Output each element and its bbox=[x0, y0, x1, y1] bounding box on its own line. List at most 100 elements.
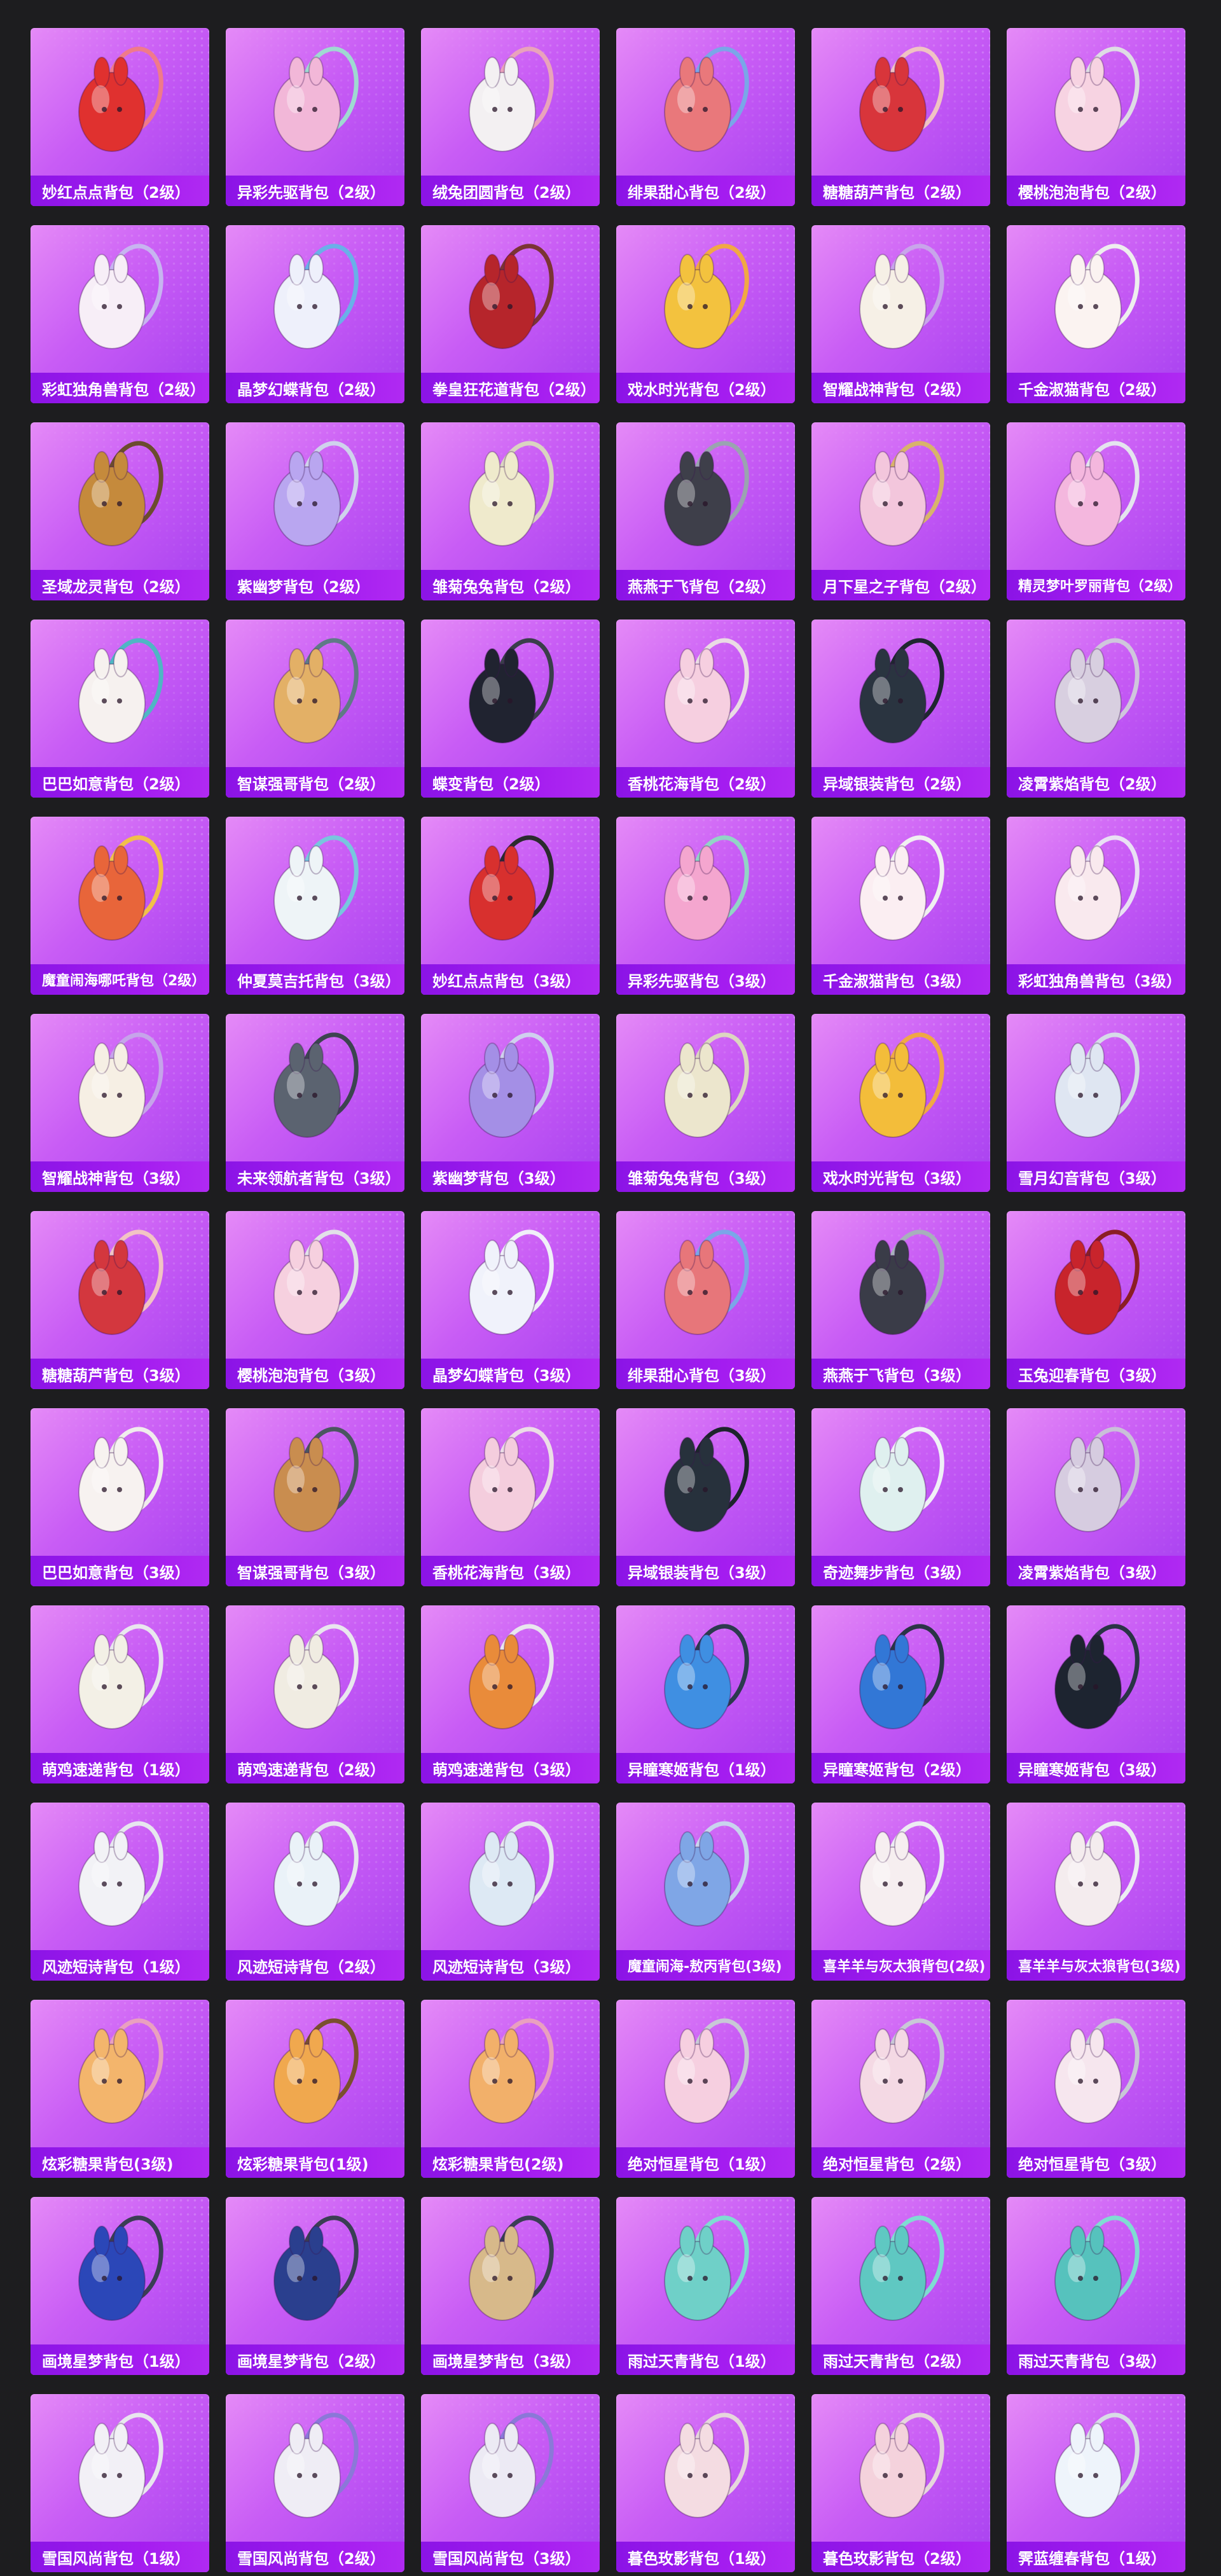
backpack-card[interactable]: 炫彩糖果背包(1级) bbox=[226, 2000, 404, 2178]
backpack-card[interactable]: 拳皇狂花道背包（2级） bbox=[421, 225, 600, 403]
backpack-name: 绯果甜心背包（2级） bbox=[628, 183, 776, 202]
backpack-card[interactable]: 绝对恒星背包（2级） bbox=[811, 2000, 990, 2178]
backpack-image bbox=[859, 1229, 944, 1335]
backpack-name: 樱桃泡泡背包（3级） bbox=[237, 1366, 385, 1385]
backpack-card[interactable]: 雏菊兔兔背包（3级） bbox=[616, 1014, 795, 1192]
backpack-card[interactable]: 炫彩糖果背包(2级) bbox=[421, 2000, 600, 2178]
backpack-card[interactable]: 暮色玫影背包（2级） bbox=[811, 2394, 990, 2572]
backpack-card[interactable]: 月下星之子背包（2级） bbox=[811, 422, 990, 600]
backpack-card[interactable]: 圣域龙灵背包（2级） bbox=[31, 422, 209, 600]
backpack-card[interactable]: 彩虹独角兽背包（2级） bbox=[31, 225, 209, 403]
label-bar: 画境星梦背包（3级） bbox=[421, 2344, 600, 2375]
backpack-card[interactable]: 绯果甜心背包（3级） bbox=[616, 1211, 795, 1389]
backpack-image bbox=[469, 2018, 554, 2124]
backpack-card[interactable]: 香桃花海背包（3级） bbox=[421, 1408, 600, 1586]
backpack-name: 绝对恒星背包（2级） bbox=[823, 2155, 971, 2173]
backpack-card[interactable]: 异瞳寒姬背包（2级） bbox=[811, 1605, 990, 1783]
backpack-card[interactable]: 雪国风尚背包（2级） bbox=[226, 2394, 404, 2572]
backpack-card[interactable]: 雪月幻音背包（3级） bbox=[1007, 1014, 1185, 1192]
backpack-card[interactable]: 雏菊兔兔背包（2级） bbox=[421, 422, 600, 600]
backpack-card[interactable]: 萌鸡速递背包（3级） bbox=[421, 1605, 600, 1783]
backpack-name: 雪国风尚背包（2级） bbox=[237, 2549, 385, 2568]
backpack-card[interactable]: 妙红点点背包（3级） bbox=[421, 817, 600, 995]
backpack-card[interactable]: 雪国风尚背包（3级） bbox=[421, 2394, 600, 2572]
backpack-card[interactable]: 妙红点点背包（2级） bbox=[31, 28, 209, 206]
backpack-card[interactable]: 戏水时光背包（3级） bbox=[811, 1014, 990, 1192]
backpack-card[interactable]: 凌霄紫焰背包（3级） bbox=[1007, 1408, 1185, 1586]
backpack-card[interactable]: 异瞳寒姬背包（3级） bbox=[1007, 1605, 1185, 1783]
backpack-card[interactable]: 糖糖葫芦背包（2级） bbox=[811, 28, 990, 206]
backpack-image bbox=[859, 835, 944, 941]
backpack-card[interactable]: 风迹短诗背包（3级） bbox=[421, 1803, 600, 1981]
backpack-card[interactable]: 萌鸡速递背包（1级） bbox=[31, 1605, 209, 1783]
backpack-card[interactable]: 霁蓝缠春背包（1级） bbox=[1007, 2394, 1185, 2572]
backpack-card[interactable]: 雪国风尚背包（1级） bbox=[31, 2394, 209, 2572]
backpack-card[interactable]: 巴巴如意背包（3级） bbox=[31, 1408, 209, 1586]
backpack-card[interactable]: 异域银装背包（3级） bbox=[616, 1408, 795, 1586]
backpack-card[interactable]: 雨过天青背包（3级） bbox=[1007, 2197, 1185, 2375]
backpack-card[interactable]: 暮色玫影背包（1级） bbox=[616, 2394, 795, 2572]
backpack-card[interactable]: 巴巴如意背包（2级） bbox=[31, 620, 209, 798]
backpack-card[interactable]: 画境星梦背包（2级） bbox=[226, 2197, 404, 2375]
backpack-card[interactable]: 异彩先驱背包（2级） bbox=[226, 28, 404, 206]
backpack-card[interactable]: 樱桃泡泡背包（3级） bbox=[226, 1211, 404, 1389]
backpack-card[interactable]: 玉兔迎春背包（3级） bbox=[1007, 1211, 1185, 1389]
backpack-card[interactable]: 未来领航者背包（3级） bbox=[226, 1014, 404, 1192]
backpack-card[interactable]: 异瞳寒姬背包（1级） bbox=[616, 1605, 795, 1783]
backpack-card[interactable]: 绝对恒星背包（1级） bbox=[616, 2000, 795, 2178]
backpack-card[interactable]: 蝶变背包（2级） bbox=[421, 620, 600, 798]
backpack-card[interactable]: 彩虹独角兽背包（3级） bbox=[1007, 817, 1185, 995]
backpack-card[interactable]: 绯果甜心背包（2级） bbox=[616, 28, 795, 206]
backpack-card[interactable]: 紫幽梦背包（3级） bbox=[421, 1014, 600, 1192]
backpack-image bbox=[664, 638, 749, 744]
backpack-card[interactable]: 戏水时光背包（2级） bbox=[616, 225, 795, 403]
backpack-card[interactable]: 精灵梦叶罗丽背包（2级） bbox=[1007, 422, 1185, 600]
backpack-card[interactable]: 异彩先驱背包（3级） bbox=[616, 817, 795, 995]
backpack-card[interactable]: 喜羊羊与灰太狼背包(3级) bbox=[1007, 1803, 1185, 1981]
label-bar: 香桃花海背包（3级） bbox=[421, 1556, 600, 1586]
backpack-image bbox=[1054, 1427, 1140, 1532]
backpack-card[interactable]: 智谋强哥背包（3级） bbox=[226, 1408, 404, 1586]
backpack-card[interactable]: 萌鸡速递背包（2级） bbox=[226, 1605, 404, 1783]
backpack-card[interactable]: 千金淑猫背包（2级） bbox=[1007, 225, 1185, 403]
label-bar: 绝对恒星背包（3级） bbox=[1007, 2147, 1185, 2178]
backpack-card[interactable]: 异域银装背包（2级） bbox=[811, 620, 990, 798]
backpack-card[interactable]: 画境星梦背包（1级） bbox=[31, 2197, 209, 2375]
backpack-card[interactable]: 紫幽梦背包（2级） bbox=[226, 422, 404, 600]
backpack-card[interactable]: 雨过天青背包（1级） bbox=[616, 2197, 795, 2375]
backpack-card[interactable]: 凌霄紫焰背包（2级） bbox=[1007, 620, 1185, 798]
backpack-image bbox=[664, 1427, 749, 1532]
label-bar: 魔童闹海-敖丙背包(3级) bbox=[616, 1950, 795, 1981]
backpack-card[interactable]: 炫彩糖果背包(3级) bbox=[31, 2000, 209, 2178]
backpack-card[interactable]: 风迹短诗背包（2级） bbox=[226, 1803, 404, 1981]
backpack-card[interactable]: 香桃花海背包（2级） bbox=[616, 620, 795, 798]
label-bar: 精灵梦叶罗丽背包（2级） bbox=[1007, 570, 1185, 600]
backpack-card[interactable]: 燕燕于飞背包（3级） bbox=[811, 1211, 990, 1389]
backpack-image bbox=[78, 1821, 163, 1927]
backpack-card[interactable]: 魔童闹海哪吒背包（2级） bbox=[31, 817, 209, 995]
backpack-card[interactable]: 智耀战神背包（3级） bbox=[31, 1014, 209, 1192]
backpack-card[interactable]: 奇迹舞步背包（3级） bbox=[811, 1408, 990, 1586]
backpack-card[interactable]: 画境星梦背包（3级） bbox=[421, 2197, 600, 2375]
backpack-image bbox=[859, 441, 944, 546]
backpack-card[interactable]: 晶梦幻蝶背包（2级） bbox=[226, 225, 404, 403]
backpack-card[interactable]: 樱桃泡泡背包（2级） bbox=[1007, 28, 1185, 206]
backpack-image bbox=[664, 2215, 749, 2321]
backpack-image bbox=[1054, 1032, 1140, 1138]
backpack-card[interactable]: 魔童闹海-敖丙背包(3级) bbox=[616, 1803, 795, 1981]
label-bar: 绝对恒星背包（2级） bbox=[811, 2147, 990, 2178]
backpack-card[interactable]: 雨过天青背包（2级） bbox=[811, 2197, 990, 2375]
backpack-card[interactable]: 智谋强哥背包（2级） bbox=[226, 620, 404, 798]
backpack-name: 暮色玫影背包（1级） bbox=[628, 2549, 776, 2568]
backpack-card[interactable]: 绒兔团圆背包（2级） bbox=[421, 28, 600, 206]
backpack-card[interactable]: 晶梦幻蝶背包（3级） bbox=[421, 1211, 600, 1389]
backpack-card[interactable]: 智耀战神背包（2级） bbox=[811, 225, 990, 403]
backpack-card[interactable]: 喜羊羊与灰太狼背包(2级) bbox=[811, 1803, 990, 1981]
backpack-card[interactable]: 糖糖葫芦背包（3级） bbox=[31, 1211, 209, 1389]
backpack-card[interactable]: 绝对恒星背包（3级） bbox=[1007, 2000, 1185, 2178]
backpack-card[interactable]: 仲夏莫吉托背包（3级） bbox=[226, 817, 404, 995]
backpack-card[interactable]: 风迹短诗背包（1级） bbox=[31, 1803, 209, 1981]
backpack-card[interactable]: 燕燕于飞背包（2级） bbox=[616, 422, 795, 600]
backpack-card[interactable]: 千金淑猫背包（3级） bbox=[811, 817, 990, 995]
backpack-name: 绯果甜心背包（3级） bbox=[628, 1366, 776, 1385]
